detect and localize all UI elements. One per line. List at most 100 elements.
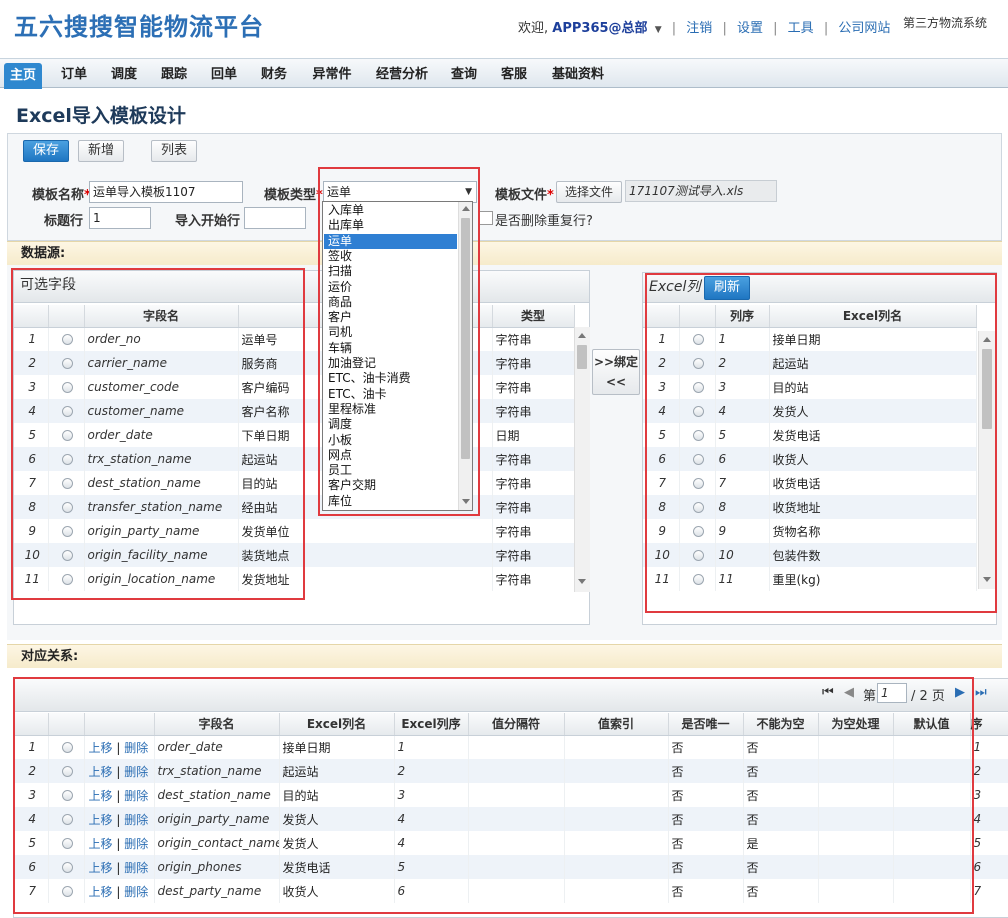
row-select-radio[interactable] <box>48 495 85 519</box>
dropdown-option[interactable]: 扫描 <box>324 264 457 279</box>
row-select-radio[interactable] <box>679 327 716 351</box>
table-row[interactable]: 6 6 收货人 <box>643 447 977 471</box>
scroll-up-icon[interactable] <box>983 337 991 342</box>
radio-icon[interactable] <box>62 430 73 441</box>
row-select-radio[interactable] <box>48 543 85 567</box>
menu-basic-data[interactable]: 基础资料 <box>546 64 610 88</box>
col-value-index[interactable]: 值索引 <box>564 713 669 736</box>
company-site-link[interactable]: 公司网站 <box>838 21 890 36</box>
radio-icon[interactable] <box>62 574 73 585</box>
radio-icon[interactable] <box>693 334 704 346</box>
scroll-down-icon[interactable] <box>462 499 470 504</box>
scroll-thumb[interactable] <box>982 349 992 429</box>
template-type-select[interactable]: 运单 ▼ <box>323 181 477 203</box>
is-unique[interactable]: 否 <box>668 735 744 759</box>
row-select-radio[interactable] <box>679 399 716 423</box>
radio-icon[interactable] <box>62 358 73 369</box>
radio-icon[interactable] <box>693 502 704 513</box>
row-select-radio[interactable] <box>48 879 85 903</box>
value-separator[interactable] <box>468 879 565 903</box>
dropdown-option[interactable]: 司机 <box>324 325 457 340</box>
row-select-radio[interactable] <box>48 855 85 879</box>
settings-link[interactable]: 设置 <box>737 21 763 36</box>
dropdown-option[interactable]: 车辆 <box>324 341 457 356</box>
table-row[interactable]: 3 上移 | 删除 dest_station_name 目的站 3 否否 3 <box>14 783 1008 807</box>
title-row-input[interactable]: 1 <box>89 207 151 229</box>
table-row[interactable]: 4 customer_name 客户名称 字符串 <box>14 399 575 423</box>
table-row[interactable]: 3 customer_code 客户编码 字符串 <box>14 375 575 399</box>
table-row[interactable]: 11 11 重里(kg) <box>643 567 977 591</box>
move-up-link[interactable]: 上移 <box>89 861 113 875</box>
row-select-radio[interactable] <box>48 327 85 351</box>
value-index[interactable] <box>564 783 669 807</box>
radio-icon[interactable] <box>693 526 704 537</box>
table-row[interactable]: 11 origin_location_name 发货地址 字符串 <box>14 567 575 591</box>
is-unique[interactable]: 否 <box>668 879 744 903</box>
value-separator[interactable] <box>468 855 565 879</box>
row-select-radio[interactable] <box>679 351 716 375</box>
dropdown-option[interactable]: 运价 <box>324 280 457 295</box>
col-order[interactable]: 序 <box>970 713 1008 736</box>
row-select-radio[interactable] <box>48 351 85 375</box>
col-null-handling[interactable]: 为空处理 <box>818 713 894 736</box>
value-index[interactable] <box>564 855 669 879</box>
row-select-radio[interactable] <box>679 519 716 543</box>
table-row[interactable]: 2 上移 | 删除 trx_station_name 起运站 2 否否 2 <box>14 759 1008 783</box>
table-row[interactable]: 10 10 包装件数 <box>643 543 977 567</box>
refresh-button[interactable]: 刷新 <box>704 276 750 300</box>
list-button[interactable]: 列表 <box>151 140 197 162</box>
dropdown-option[interactable]: 网点 <box>324 448 457 463</box>
col-excel-name[interactable]: Excel列名 <box>769 305 977 328</box>
null-handling[interactable] <box>818 759 894 783</box>
not-null[interactable]: 否 <box>743 807 819 831</box>
menu-exceptions[interactable]: 异常件 <box>307 64 357 88</box>
table-row[interactable]: 5 5 发货电话 <box>643 423 977 447</box>
table-row[interactable]: 1 order_no 运单号 字符串 <box>14 327 575 351</box>
scroll-up-icon[interactable] <box>462 206 470 211</box>
tools-link[interactable]: 工具 <box>788 21 814 36</box>
dropdown-scrollbar[interactable] <box>458 202 472 510</box>
table-row[interactable]: 2 2 起运站 <box>643 351 977 375</box>
radio-icon[interactable] <box>693 478 704 489</box>
scroll-thumb[interactable] <box>461 218 470 459</box>
table-row[interactable]: 5 上移 | 删除 origin_contact_name 发货人 4 否是 5 <box>14 831 1008 855</box>
null-handling[interactable] <box>818 807 894 831</box>
default-value[interactable] <box>893 807 971 831</box>
dropdown-option[interactable]: 加油登记 <box>324 356 457 371</box>
radio-icon[interactable] <box>693 574 704 585</box>
radio-icon[interactable] <box>693 406 704 417</box>
is-unique[interactable]: 否 <box>668 783 744 807</box>
radio-icon[interactable] <box>62 886 73 897</box>
is-unique[interactable]: 否 <box>668 855 744 879</box>
radio-icon[interactable] <box>693 382 704 393</box>
add-button[interactable]: 新增 <box>78 140 124 162</box>
table-row[interactable]: 6 trx_station_name 起运站 字符串 <box>14 447 575 471</box>
delete-link[interactable]: 删除 <box>124 837 148 851</box>
delete-link[interactable]: 删除 <box>124 741 148 755</box>
value-index[interactable] <box>564 807 669 831</box>
default-value[interactable] <box>893 759 971 783</box>
dropdown-option[interactable]: 客户交期 <box>324 478 457 493</box>
choose-file-button[interactable]: 选择文件 <box>556 181 622 203</box>
radio-icon[interactable] <box>693 358 704 369</box>
null-handling[interactable] <box>818 783 894 807</box>
dropdown-option[interactable]: ETC、油卡 <box>324 387 457 402</box>
null-handling[interactable] <box>818 735 894 759</box>
fields-scrollbar[interactable] <box>574 327 590 592</box>
default-value[interactable] <box>893 831 971 855</box>
value-separator[interactable] <box>468 831 565 855</box>
row-select-radio[interactable] <box>679 471 716 495</box>
radio-icon[interactable] <box>693 550 704 561</box>
menu-home[interactable]: 主页 <box>4 63 42 89</box>
col-unique[interactable]: 是否唯一 <box>668 713 744 736</box>
radio-icon[interactable] <box>62 526 73 537</box>
default-value[interactable] <box>893 855 971 879</box>
move-up-link[interactable]: 上移 <box>89 765 113 779</box>
not-null[interactable]: 否 <box>743 879 819 903</box>
row-select-radio[interactable] <box>48 447 85 471</box>
radio-icon[interactable] <box>62 862 73 873</box>
table-row[interactable]: 5 order_date 下单日期 日期 <box>14 423 575 447</box>
delete-link[interactable]: 删除 <box>124 885 148 899</box>
menu-receipts[interactable]: 回单 <box>204 64 244 88</box>
value-separator[interactable] <box>468 807 565 831</box>
